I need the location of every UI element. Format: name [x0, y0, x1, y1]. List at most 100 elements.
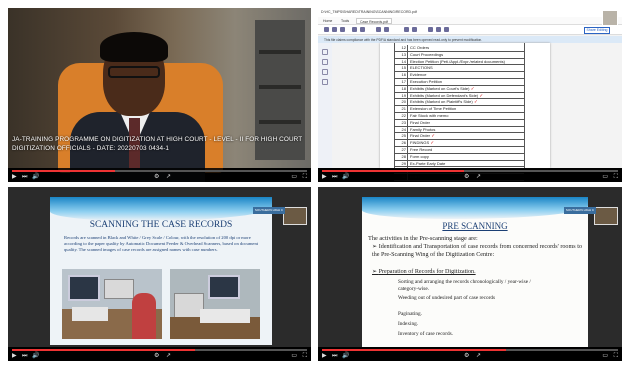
row-number: 27: [394, 147, 408, 154]
fullscreen-icon[interactable]: ⛶: [303, 352, 307, 360]
row-number: 14: [394, 58, 408, 65]
video-panel-speaker[interactable]: JA-TRAINING PROGRAMME ON DIGITIZATION AT…: [8, 8, 311, 182]
checkmark-icon: ✓: [478, 92, 484, 98]
row-number: 13: [394, 51, 408, 59]
video-panel-slide-scanning[interactable]: SCANNING THE CASE RECORDS Records are sc…: [8, 187, 311, 361]
comment-icon[interactable]: [428, 27, 433, 32]
page-down-icon[interactable]: [360, 27, 365, 32]
row-text: CC Orders: [410, 45, 430, 50]
play-icon[interactable]: ▶: [12, 173, 17, 181]
document-row: 21 Extension of Time Petition: [394, 106, 524, 113]
layers-icon[interactable]: [322, 79, 328, 85]
next-icon[interactable]: ⏭: [22, 173, 27, 181]
video-panel-slide-prescanning[interactable]: PRE SCANNING The activities in the Pre-s…: [318, 187, 622, 361]
highlight-icon[interactable]: [436, 27, 441, 32]
video-caption: JA-TRAINING PROGRAMME ON DIGITIZATION AT…: [12, 136, 303, 152]
row-text: Free Record: [410, 147, 433, 152]
volume-icon[interactable]: 🔊: [342, 173, 349, 181]
captions-icon[interactable]: ▭: [291, 173, 297, 181]
zoom-out-icon[interactable]: [376, 27, 381, 32]
scanner-photo-1: [62, 269, 162, 339]
sign-icon[interactable]: [444, 27, 449, 32]
captions-icon[interactable]: ▭: [291, 352, 297, 360]
document-row: 24 Family Photos: [394, 126, 524, 134]
row-number: 22: [394, 113, 408, 120]
video-controls[interactable]: ▶ ⏭ 🔊 ⚙ ↗ ▭ ⛶: [318, 168, 622, 182]
share-icon[interactable]: ↗: [166, 173, 171, 181]
document-row: 15 ELECTIONS: [394, 65, 524, 73]
attachments-icon[interactable]: [322, 69, 328, 75]
row-text: Exhibits (Marked on Court's Side): [410, 85, 470, 91]
settings-icon[interactable]: ⚙: [154, 352, 159, 360]
share-icon[interactable]: ↗: [476, 173, 481, 181]
settings-icon[interactable]: ⚙: [464, 173, 469, 181]
slide-header-swoosh: [362, 197, 588, 219]
progress-bar[interactable]: [12, 170, 307, 172]
row-text: Fair Stock with memo: [410, 113, 449, 118]
toolbar: [318, 25, 622, 35]
document-row: 22 Fair Stock with memo: [394, 113, 524, 120]
bookmarks-icon[interactable]: [322, 59, 328, 65]
slide-title: SCANNING THE CASE RECORDS: [89, 220, 233, 230]
select-icon[interactable]: [404, 27, 409, 32]
progress-bar[interactable]: [322, 349, 618, 351]
document-row: 29 Ex-Parte Early Date: [394, 160, 524, 168]
progress-fill: [12, 349, 195, 351]
fullscreen-icon[interactable]: ⛶: [303, 173, 307, 181]
fullscreen-icon[interactable]: ⛶: [614, 352, 618, 360]
hand-icon[interactable]: [412, 27, 417, 32]
row-text: Court Proceedings: [410, 51, 444, 57]
share-editing-button[interactable]: Share Editing: [584, 27, 610, 34]
progress-bar[interactable]: [12, 349, 307, 351]
row-text: Execution Petition: [410, 79, 443, 84]
checkmark-icon: ✓: [429, 140, 435, 146]
search-icon[interactable]: [340, 27, 345, 32]
slide-title: PRE SCANNING: [442, 221, 508, 231]
save-icon[interactable]: [324, 27, 329, 32]
row-number: 15: [394, 65, 408, 72]
progress-bar[interactable]: [322, 170, 618, 172]
print-icon[interactable]: [332, 27, 337, 32]
next-icon[interactable]: ⏭: [332, 352, 337, 360]
slide-bullet: Records are scanned in Black and White /…: [64, 235, 259, 253]
document-row: 23 Final Order: [394, 119, 524, 127]
video-controls[interactable]: ▶ ⏭ 🔊 ⚙ ↗ ▭ ⛶: [318, 347, 622, 361]
volume-icon[interactable]: 🔊: [342, 352, 349, 360]
captions-icon[interactable]: ▭: [602, 352, 608, 360]
settings-icon[interactable]: ⚙: [464, 352, 469, 360]
info-bar: This file claims compliance with the PDF…: [318, 36, 622, 43]
tab-home[interactable]: Home: [320, 18, 335, 24]
slide: SCANNING THE CASE RECORDS Records are sc…: [50, 197, 272, 345]
next-icon[interactable]: ⏭: [22, 352, 27, 360]
video-panel-document[interactable]: D:\HC_TMPS\SHARED\TRAINING\SCANNING\RECO…: [318, 8, 622, 182]
volume-icon[interactable]: 🔊: [32, 352, 39, 360]
captions-icon[interactable]: ▭: [602, 173, 608, 181]
row-text: Family Photos: [410, 126, 436, 132]
tab-document[interactable]: Case Records.pdf: [356, 18, 393, 24]
share-icon[interactable]: ↗: [476, 352, 481, 360]
presenter-pip: [283, 207, 307, 225]
video-controls[interactable]: ▶ ⏭ 🔊 ⚙ ↗ ▭ ⛶: [8, 168, 311, 182]
bullet-2-text: Preparation of Records for Digitization.: [378, 269, 476, 275]
thumbnails-icon[interactable]: [322, 49, 328, 55]
slide-bullet-2: ➢ Preparation of Records for Digitizatio…: [372, 269, 476, 275]
tab-tools[interactable]: Tools: [338, 18, 352, 24]
video-controls[interactable]: ▶ ⏭ 🔊 ⚙ ↗ ▭ ⛶: [8, 347, 311, 361]
row-text: FINDINGS: [410, 140, 430, 146]
row-number: 23: [394, 119, 408, 127]
play-icon[interactable]: ▶: [322, 173, 327, 181]
progress-fill: [322, 349, 506, 351]
row-text: ELECTIONS: [410, 65, 433, 71]
play-icon[interactable]: ▶: [322, 352, 327, 360]
row-text: Exhibits (Marked on Defendant's Side): [410, 92, 479, 98]
presenter-pip: [594, 207, 618, 225]
volume-icon[interactable]: 🔊: [32, 173, 39, 181]
fullscreen-icon[interactable]: ⛶: [614, 173, 618, 181]
zoom-in-icon[interactable]: [384, 27, 389, 32]
page-up-icon[interactable]: [352, 27, 357, 32]
next-icon[interactable]: ⏭: [332, 173, 337, 181]
share-icon[interactable]: ↗: [166, 352, 171, 360]
settings-icon[interactable]: ⚙: [154, 173, 159, 181]
play-icon[interactable]: ▶: [12, 352, 17, 360]
document-row: 19 Exhibits (Marked on Defendant's Side) …: [394, 92, 524, 100]
